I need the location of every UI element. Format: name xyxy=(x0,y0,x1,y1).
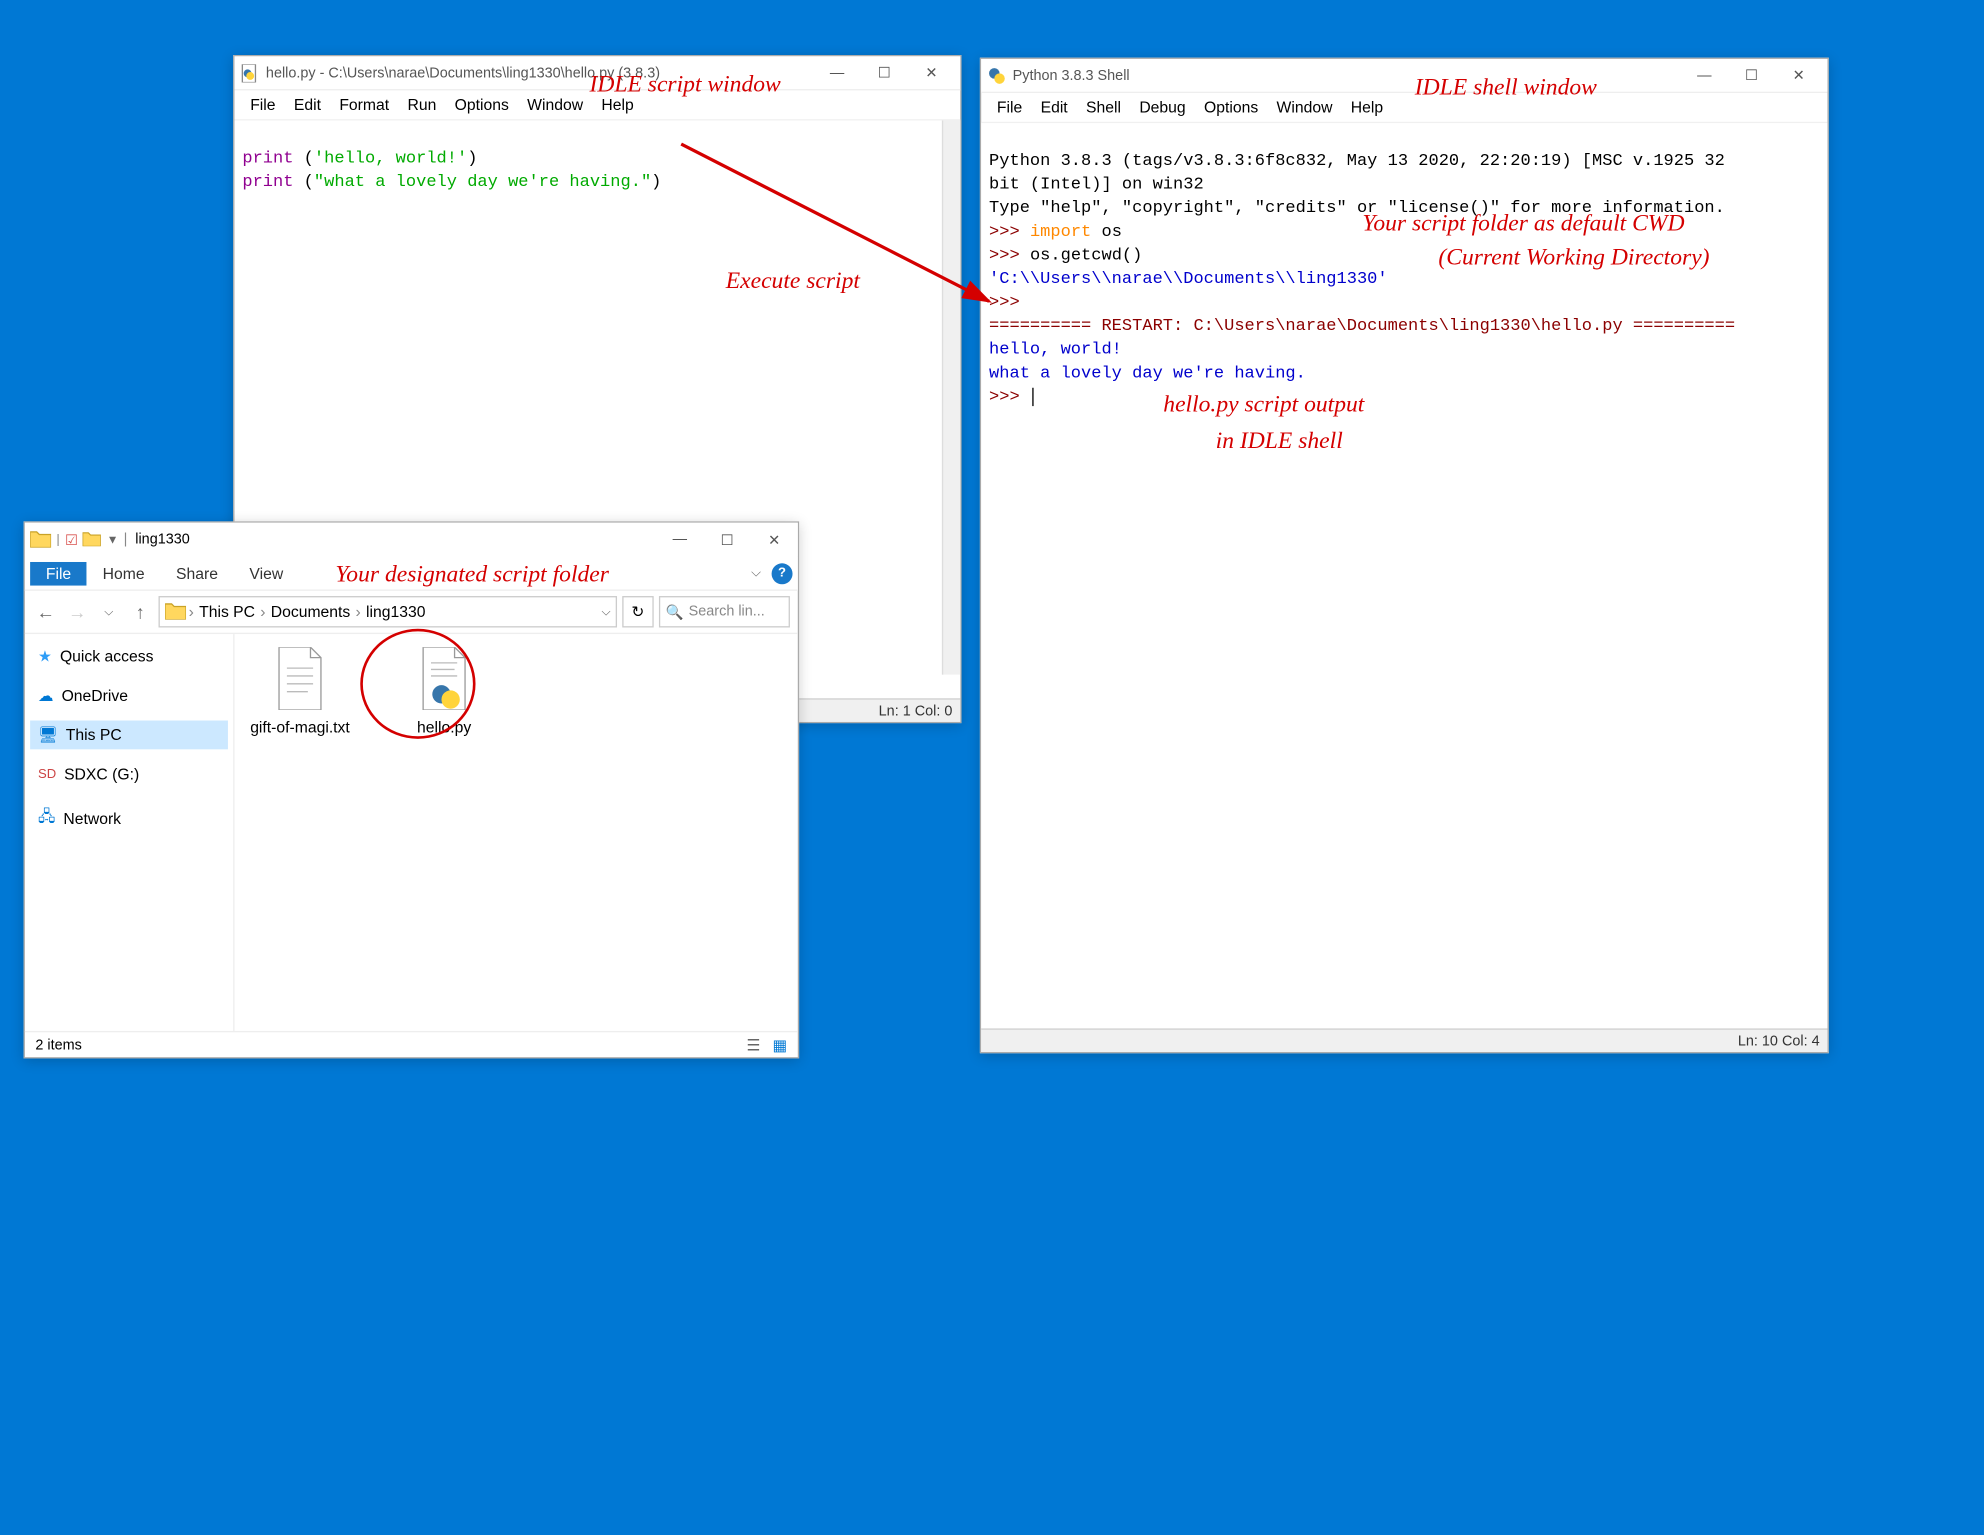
python-file-icon xyxy=(413,647,476,710)
large-icons-view-icon[interactable]: ▦ xyxy=(772,1036,787,1054)
menu-file[interactable]: File xyxy=(242,93,283,117)
annotation-cwd2: (Current Working Directory) xyxy=(1438,244,1709,272)
tab-file[interactable]: File xyxy=(30,561,87,585)
file-py[interactable]: hello.py xyxy=(392,647,497,736)
explorer-navbar: ← → ⌵ ↑ › This PC › Documents › ling1330… xyxy=(25,591,798,634)
recent-dropdown[interactable]: ⌵ xyxy=(96,605,122,619)
python-file-icon xyxy=(240,62,261,83)
details-view-icon[interactable]: ☰ xyxy=(746,1036,760,1054)
refresh-icon: ↻ xyxy=(631,603,644,621)
maximize-button[interactable]: ☐ xyxy=(703,524,750,555)
file-label: hello.py xyxy=(417,718,471,736)
annotation-execute: Execute script xyxy=(726,267,860,295)
folder-icon xyxy=(30,529,51,551)
menu-options[interactable]: Options xyxy=(447,93,517,117)
network-icon: 🖧 xyxy=(38,804,56,832)
file-explorer-window: | ☑ ▼ | ling1330 — ☐ ✕ File Home Share V… xyxy=(24,521,800,1058)
annotation-output1: hello.py script output xyxy=(1163,390,1364,418)
breadcrumb-dropdown-icon[interactable]: ⌵ xyxy=(602,605,611,619)
annotation-script-window: IDLE script window xyxy=(590,71,781,99)
qa-dropdown-icon[interactable]: ▼ xyxy=(107,533,119,546)
crumb-documents[interactable]: Documents xyxy=(268,603,353,621)
navigation-pane: ★ Quick access ☁ OneDrive 🖥 This PC SD S… xyxy=(25,634,235,1031)
text-file-icon xyxy=(269,647,332,710)
editor-scrollbar[interactable] xyxy=(942,121,960,675)
chevron-right-icon[interactable]: › xyxy=(356,603,361,621)
menu-file[interactable]: File xyxy=(989,96,1030,120)
help-icon[interactable]: ? xyxy=(772,563,793,584)
tab-view[interactable]: View xyxy=(234,561,299,585)
annotation-cwd1: Your script folder as default CWD xyxy=(1362,210,1684,238)
annotation-folder: Your designated script folder xyxy=(335,561,609,589)
maximize-button[interactable]: ☐ xyxy=(1728,60,1775,91)
tab-share[interactable]: Share xyxy=(160,561,233,585)
item-count: 2 items xyxy=(35,1037,81,1053)
nav-sdxc[interactable]: SD SDXC (G:) xyxy=(30,760,228,789)
forward-button[interactable]: → xyxy=(64,601,90,622)
menu-window[interactable]: Window xyxy=(519,93,591,117)
cloud-icon: ☁ xyxy=(38,686,54,704)
explorer-titlebar[interactable]: | ☑ ▼ | ling1330 — ☐ ✕ xyxy=(25,523,798,557)
nav-this-pc[interactable]: 🖥 This PC xyxy=(30,720,228,749)
shell-titlebar[interactable]: Python 3.8.3 Shell — ☐ ✕ xyxy=(981,59,1827,93)
search-input[interactable]: 🔍 Search lin... xyxy=(659,596,790,627)
file-content-pane[interactable]: gift-of-magi.txt hello.py xyxy=(234,634,797,1031)
crumb-ling1330[interactable]: ling1330 xyxy=(363,603,428,621)
maximize-button[interactable]: ☐ xyxy=(861,57,908,88)
chevron-right-icon[interactable]: › xyxy=(189,603,194,621)
folder-icon xyxy=(165,601,186,623)
nav-quick-access[interactable]: ★ Quick access xyxy=(30,642,228,671)
menu-run[interactable]: Run xyxy=(400,93,445,117)
text-cursor xyxy=(1033,387,1034,405)
annotation-shell-window: IDLE shell window xyxy=(1415,73,1597,101)
menu-debug[interactable]: Debug xyxy=(1131,96,1193,120)
tab-home[interactable]: Home xyxy=(87,561,160,585)
shell-cursor-pos: Ln: 10 Col: 4 xyxy=(1738,1033,1820,1049)
folder-small-icon xyxy=(83,530,101,550)
minimize-button[interactable]: — xyxy=(814,57,861,88)
up-button[interactable]: ↑ xyxy=(127,601,153,622)
minimize-button[interactable]: — xyxy=(656,524,703,555)
menu-edit[interactable]: Edit xyxy=(286,93,329,117)
ribbon-expand-icon[interactable]: ⌵ xyxy=(751,566,761,580)
editor-cursor-pos: Ln: 1 Col: 0 xyxy=(879,703,953,719)
chevron-right-icon[interactable]: › xyxy=(260,603,265,621)
sd-card-icon: SD xyxy=(38,767,56,781)
search-placeholder: Search lin... xyxy=(689,604,765,620)
close-button[interactable]: ✕ xyxy=(908,57,955,88)
menu-edit[interactable]: Edit xyxy=(1033,96,1076,120)
close-button[interactable]: ✕ xyxy=(1775,60,1822,91)
back-button[interactable]: ← xyxy=(33,601,59,622)
refresh-button[interactable]: ↻ xyxy=(622,596,653,627)
file-label: gift-of-magi.txt xyxy=(250,718,350,736)
explorer-title: ling1330 xyxy=(135,532,189,548)
qa-checkbox-icon[interactable]: ☑ xyxy=(65,531,78,548)
menu-shell[interactable]: Shell xyxy=(1078,96,1129,120)
close-button[interactable]: ✕ xyxy=(751,524,798,555)
file-txt[interactable]: gift-of-magi.txt xyxy=(248,647,353,736)
menu-help[interactable]: Help xyxy=(1343,96,1391,120)
minimize-button[interactable]: — xyxy=(1681,60,1728,91)
python-icon xyxy=(986,65,1007,86)
menu-window[interactable]: Window xyxy=(1269,96,1341,120)
pc-icon: 🖥 xyxy=(38,726,58,744)
star-icon: ★ xyxy=(38,647,52,665)
crumb-this-pc[interactable]: This PC xyxy=(196,603,257,621)
menu-options[interactable]: Options xyxy=(1196,96,1266,120)
shell-menubar: File Edit Shell Debug Options Window Hel… xyxy=(981,93,1827,123)
breadcrumb[interactable]: › This PC › Documents › ling1330 ⌵ xyxy=(159,596,617,627)
search-icon: 🔍 xyxy=(665,603,683,620)
shell-statusbar: Ln: 10 Col: 4 xyxy=(981,1028,1827,1052)
explorer-statusbar: 2 items ☰ ▦ xyxy=(25,1031,798,1057)
idle-shell-window: Python 3.8.3 Shell — ☐ ✕ File Edit Shell… xyxy=(980,58,1829,1054)
annotation-output2: in IDLE shell xyxy=(1216,427,1343,455)
nav-network[interactable]: 🖧 Network xyxy=(30,799,228,837)
nav-onedrive[interactable]: ☁ OneDrive xyxy=(30,681,228,710)
menu-format[interactable]: Format xyxy=(331,93,397,117)
